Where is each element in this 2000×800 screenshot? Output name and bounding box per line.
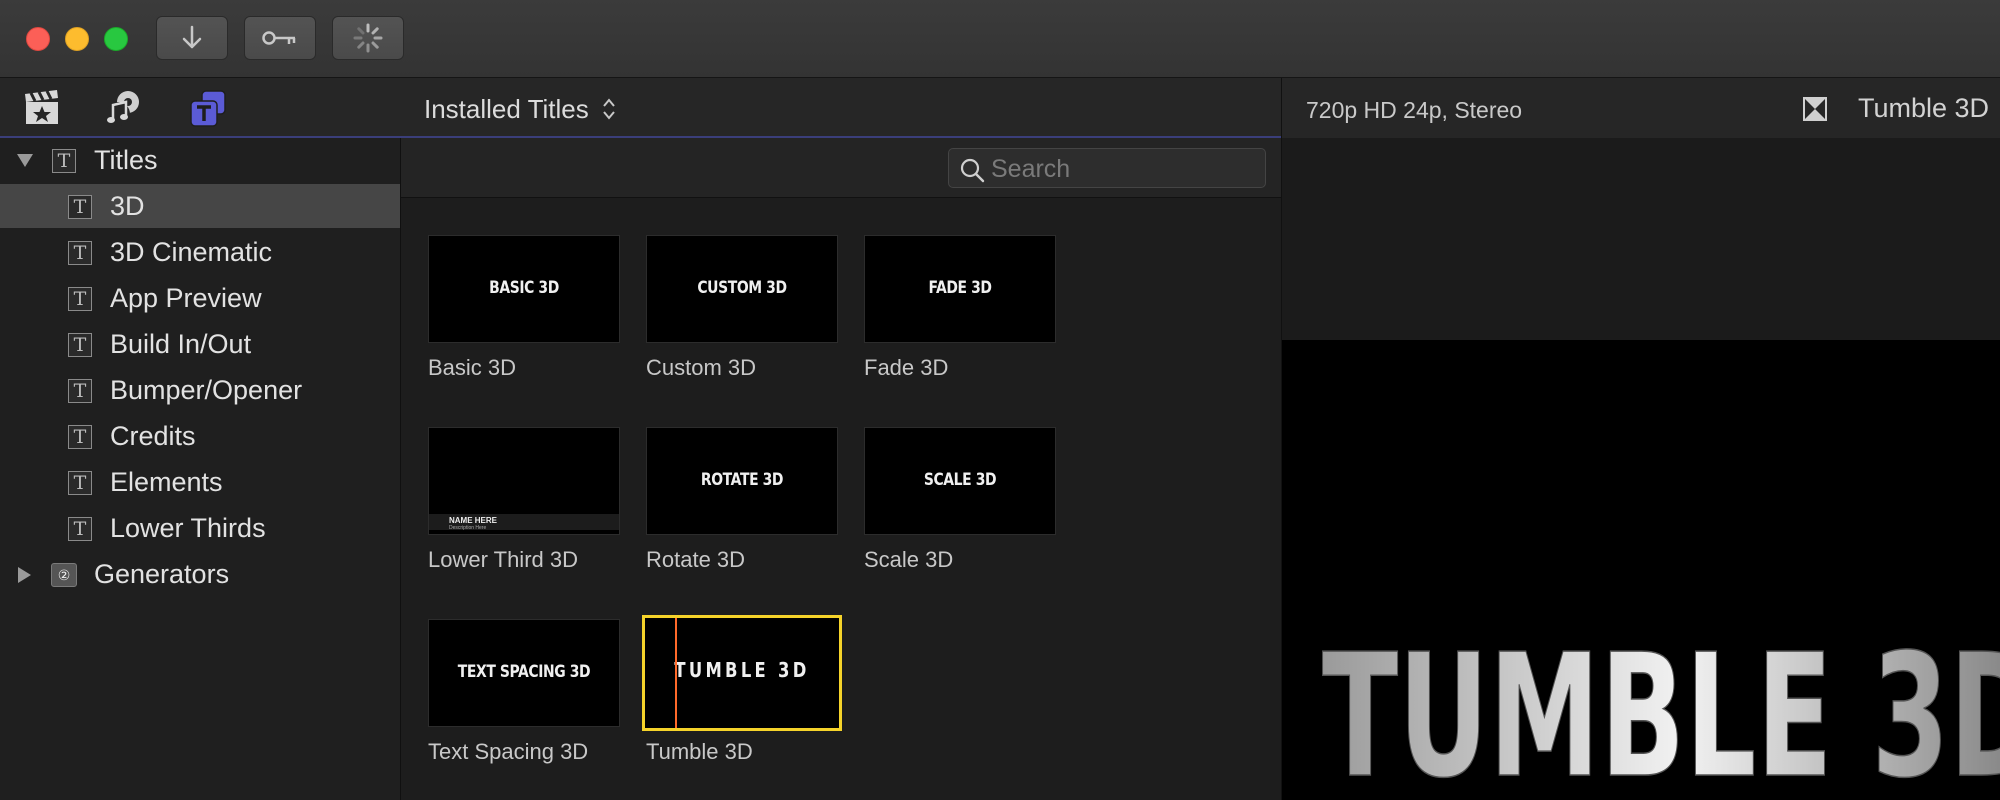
sidebar-item-bumper-opener[interactable]: T Bumper/Opener — [0, 368, 400, 412]
generator-icon: ② — [51, 563, 77, 587]
tumble-3d-preview: TUMBLE 3D — [1321, 617, 2000, 800]
sidebar-item-credits[interactable]: T Credits — [0, 414, 400, 458]
thumbnail-text: BASIC 3D — [489, 278, 559, 298]
tile-caption: Lower Third 3D — [428, 547, 578, 572]
sidebar-item-lower-thirds[interactable]: T Lower Thirds — [0, 506, 400, 550]
key-icon — [262, 31, 296, 45]
tile-thumbnail[interactable]: SCALE 3D — [864, 427, 1056, 535]
viewer-clip-title: Tumble 3D — [1858, 93, 1990, 123]
sidebar-item-build-in-out[interactable]: T Build In/Out — [0, 322, 400, 366]
search-input[interactable] — [989, 153, 1253, 185]
zoom-window-button[interactable] — [104, 27, 128, 51]
browser-header: Installed Titles — [0, 78, 1281, 138]
sidebar-item-3d[interactable]: T 3D — [0, 184, 400, 228]
browser-title[interactable]: Installed Titles — [424, 94, 589, 125]
sidebar-item-app-preview[interactable]: T App Preview — [0, 276, 400, 320]
chevron-up-down-icon[interactable] — [602, 96, 616, 122]
thumbnail-desc-text: Description Here — [449, 525, 487, 531]
skimmer-playhead[interactable] — [675, 618, 677, 728]
tile-thumbnail[interactable]: FADE 3D — [864, 235, 1056, 343]
sidebar-item-label: Generators — [94, 559, 230, 589]
tile-thumbnail[interactable]: ROTATE 3D — [646, 427, 838, 535]
disclosure-closed-icon[interactable] — [16, 566, 32, 584]
tile-caption: Basic 3D — [428, 355, 517, 380]
tile-thumbnail[interactable]: TUMBLE 3D — [642, 615, 842, 731]
title-icon: T — [68, 425, 92, 449]
thumbnail-text: FADE 3D — [928, 278, 992, 298]
viewer-format: 720p HD 24p, Stereo — [1306, 97, 1523, 123]
title-icon: T — [68, 517, 92, 541]
search-field[interactable] — [948, 148, 1266, 188]
tile-caption: Scale 3D — [864, 547, 954, 572]
viewer-header: 720p HD 24p, Stereo Tumble 3D — [1281, 78, 2000, 138]
close-window-button[interactable] — [26, 27, 50, 51]
preview-title-text: TUMBLE 3D — [1322, 618, 2000, 800]
tile-caption: Tumble 3D — [646, 739, 753, 764]
disclosure-open-icon[interactable] — [16, 152, 34, 168]
sidebar-item-label: App Preview — [110, 283, 262, 313]
viewer: TUMBLE 3D — [1281, 138, 2000, 800]
minimize-window-button[interactable] — [65, 27, 89, 51]
viewer-display-icon[interactable] — [1802, 96, 1828, 122]
sidebar-item-label: 3D Cinematic — [110, 237, 273, 267]
title-icon: T — [52, 149, 76, 173]
background-tasks-button[interactable] — [332, 16, 404, 60]
import-button[interactable] — [156, 16, 228, 60]
title-icon: T — [68, 287, 92, 311]
sidebar-item-label: Build In/Out — [110, 329, 252, 359]
thumbnail-text: CUSTOM 3D — [697, 278, 787, 298]
title-icon: T — [68, 379, 92, 403]
sidebar-item-label: Titles — [94, 145, 158, 175]
title-icon: T — [68, 241, 92, 265]
thumbnail-name-text: NAME HERE — [449, 516, 498, 525]
sidebar-item-titles[interactable]: T Titles — [0, 138, 400, 182]
sidebar: T Titles T 3D T 3D Cinematic T App Previ… — [0, 138, 401, 800]
tile-thumbnail[interactable]: NAME HERE Description Here — [428, 427, 620, 535]
tile-thumbnail[interactable]: TEXT SPACING 3D — [428, 619, 620, 727]
title-browser: BASIC 3D Basic 3D CUSTOM 3D Custom 3D FA… — [401, 138, 1281, 800]
title-icon: T — [68, 333, 92, 357]
sidebar-item-label: Lower Thirds — [110, 513, 266, 543]
title-icon: T — [68, 195, 92, 219]
tile-caption: Text Spacing 3D — [428, 739, 589, 764]
tile-thumbnail[interactable]: CUSTOM 3D — [646, 235, 838, 343]
keywords-button[interactable] — [244, 16, 316, 60]
thumbnail-text: TUMBLE 3D — [674, 658, 810, 682]
sidebar-item-label: Credits — [110, 421, 196, 451]
thumbnail-text: ROTATE 3D — [700, 470, 784, 490]
browser-search-bar — [401, 138, 1281, 198]
download-arrow-icon — [182, 25, 202, 49]
tile-thumbnail[interactable]: BASIC 3D — [428, 235, 620, 343]
window-titlebar — [0, 0, 2000, 78]
photos-audio-icon[interactable] — [104, 88, 144, 128]
thumbnail-text: SCALE 3D — [923, 470, 997, 490]
thumbnail-text: TEXT SPACING 3D — [457, 662, 591, 682]
sidebar-item-3d-cinematic[interactable]: T 3D Cinematic — [0, 230, 400, 274]
title-icon: T — [68, 471, 92, 495]
tile-caption: Fade 3D — [864, 355, 949, 380]
sidebar-item-label: Elements — [110, 467, 223, 497]
titles-generators-icon[interactable] — [188, 88, 228, 128]
sidebar-item-label: Bumper/Opener — [110, 375, 303, 405]
clapper-star-icon[interactable] — [22, 88, 62, 128]
sidebar-item-generators[interactable]: ② Generators — [0, 552, 400, 596]
sidebar-item-label: 3D — [110, 191, 145, 221]
activity-spinner-icon — [353, 23, 383, 53]
tile-caption: Rotate 3D — [646, 547, 746, 572]
viewer-canvas[interactable]: TUMBLE 3D — [1282, 340, 2000, 800]
search-icon — [960, 158, 985, 183]
tile-caption: Custom 3D — [646, 355, 757, 380]
sidebar-item-elements[interactable]: T Elements — [0, 460, 400, 504]
